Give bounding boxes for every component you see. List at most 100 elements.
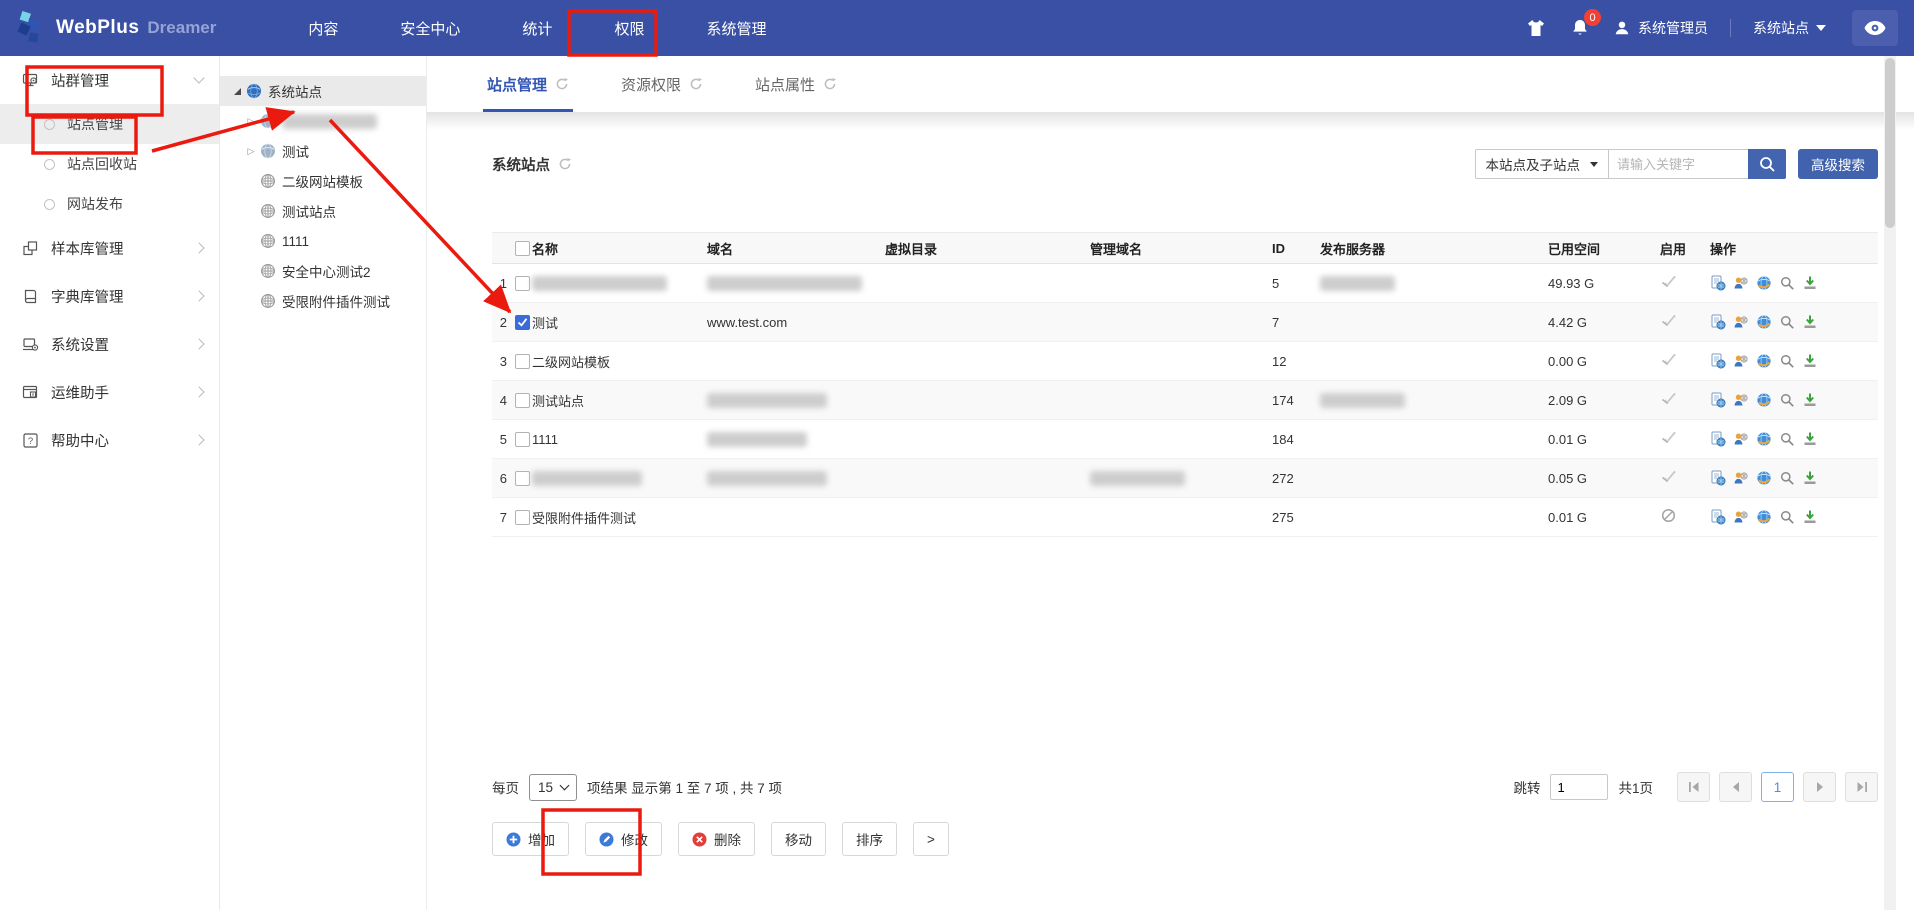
sort-button[interactable]: 排序 (842, 822, 897, 856)
site-users-icon[interactable] (1733, 470, 1749, 486)
tree-item-6[interactable]: 安全中心测试2 (220, 256, 426, 286)
user-menu[interactable]: 系统管理员 (1613, 18, 1708, 38)
sidebar-subitem-label: 站点回收站 (67, 154, 137, 174)
preview-globe-icon[interactable] (1756, 392, 1772, 408)
row-checkbox[interactable] (515, 276, 530, 291)
copy-doc-icon[interactable] (1710, 275, 1726, 291)
preview-globe-icon[interactable] (1756, 314, 1772, 330)
refresh-icon[interactable] (558, 157, 572, 171)
row-checkbox[interactable] (515, 315, 530, 330)
theme-icon[interactable] (1525, 17, 1547, 39)
view-search-icon[interactable] (1779, 509, 1795, 525)
copy-doc-icon[interactable] (1710, 470, 1726, 486)
sidebar-subitem-site-group-2[interactable]: 网站发布 (0, 184, 219, 224)
row-number: 4 (495, 393, 507, 408)
tab-2[interactable]: 站点属性 (755, 56, 837, 112)
select-all-checkbox[interactable] (515, 241, 530, 256)
tree-item-1[interactable]: ▷ (220, 106, 426, 136)
delete-button[interactable]: 删除 (678, 822, 755, 856)
scrollbar-thumb[interactable] (1885, 58, 1895, 228)
sidebar-subitem-site-group-0[interactable]: 站点管理 (0, 104, 219, 144)
site-users-icon[interactable] (1733, 509, 1749, 525)
nav-item-0[interactable]: 内容 (306, 12, 340, 45)
more-button[interactable]: > (913, 822, 949, 856)
sidebar-subitem-site-group-1[interactable]: 站点回收站 (0, 144, 219, 184)
preview-globe-icon[interactable] (1756, 431, 1772, 447)
tree-item-2[interactable]: ▷测试 (220, 136, 426, 166)
download-icon[interactable] (1802, 392, 1818, 408)
current-page-button[interactable]: 1 (1761, 772, 1794, 802)
view-search-icon[interactable] (1779, 431, 1795, 447)
nav-item-3[interactable]: 权限 (612, 12, 646, 45)
site-users-icon[interactable] (1733, 353, 1749, 369)
sidebar-item-samples[interactable]: 样本库管理 (0, 224, 219, 272)
view-search-icon[interactable] (1779, 275, 1795, 291)
site-users-icon[interactable] (1733, 392, 1749, 408)
preview-globe-icon[interactable] (1756, 275, 1772, 291)
tree-expander-collapsed-icon[interactable]: ▷ (244, 116, 258, 127)
site-users-icon[interactable] (1733, 275, 1749, 291)
download-icon[interactable] (1802, 275, 1818, 291)
preview-globe-icon[interactable] (1756, 470, 1772, 486)
last-page-button[interactable] (1845, 772, 1878, 802)
tree-expander-expanded-icon[interactable] (230, 88, 244, 95)
site-selector[interactable]: 系统站点 (1753, 18, 1826, 38)
sidebar-item-dictionary[interactable]: 字典库管理 (0, 272, 219, 320)
edit-button[interactable]: 修改 (585, 822, 662, 856)
sidebar-item-ops[interactable]: 运维助手 (0, 368, 219, 416)
tree-item-0[interactable]: 系统站点 (220, 76, 426, 106)
site-users-icon[interactable] (1733, 431, 1749, 447)
prev-page-button[interactable] (1719, 772, 1752, 802)
nav-item-1[interactable]: 安全中心 (398, 12, 462, 45)
copy-doc-icon[interactable] (1710, 509, 1726, 525)
tree-item-3[interactable]: 二级网站模板 (220, 166, 426, 196)
tree-item-5[interactable]: 1111 (220, 226, 426, 256)
preview-globe-icon[interactable] (1756, 509, 1772, 525)
move-button[interactable]: 移动 (771, 822, 826, 856)
search-scope-select[interactable]: 本站点及子站点 (1475, 149, 1609, 179)
copy-doc-icon[interactable] (1710, 353, 1726, 369)
nav-item-2[interactable]: 统计 (520, 12, 554, 45)
row-checkbox[interactable] (515, 354, 530, 369)
download-icon[interactable] (1802, 470, 1818, 486)
row-checkbox[interactable] (515, 510, 530, 525)
sidebar-item-site-group[interactable]: 站群管理 (0, 56, 219, 104)
advanced-search-button[interactable]: 高级搜索 (1798, 149, 1878, 179)
page-scrollbar[interactable] (1884, 56, 1896, 910)
sidebar-item-help[interactable]: ?帮助中心 (0, 416, 219, 464)
view-search-icon[interactable] (1779, 470, 1795, 486)
copy-doc-icon[interactable] (1710, 392, 1726, 408)
row-checkbox[interactable] (515, 432, 530, 447)
row-checkbox[interactable] (515, 471, 530, 486)
tree-item-4[interactable]: 测试站点 (220, 196, 426, 226)
site-users-icon[interactable] (1733, 314, 1749, 330)
first-page-button[interactable] (1677, 772, 1710, 802)
view-search-icon[interactable] (1779, 353, 1795, 369)
tab-1[interactable]: 资源权限 (621, 56, 703, 112)
tree-item-7[interactable]: 受限附件插件测试 (220, 286, 426, 316)
keyword-search-input[interactable] (1608, 149, 1748, 179)
tree-expander-collapsed-icon[interactable]: ▷ (244, 146, 258, 157)
jump-page-input[interactable] (1550, 774, 1608, 800)
download-icon[interactable] (1802, 314, 1818, 330)
copy-doc-icon[interactable] (1710, 431, 1726, 447)
preview-eye-button[interactable] (1852, 10, 1898, 46)
search-button[interactable] (1748, 149, 1786, 179)
preview-globe-icon[interactable] (1756, 353, 1772, 369)
cell-used-space: 0.05 G (1548, 471, 1660, 486)
nav-item-4[interactable]: 系统管理 (704, 12, 768, 45)
notification-bell-icon[interactable]: 0 (1569, 17, 1591, 39)
add-button[interactable]: 增加 (492, 822, 569, 856)
next-page-button[interactable] (1803, 772, 1836, 802)
download-icon[interactable] (1802, 431, 1818, 447)
tab-0[interactable]: 站点管理 (487, 56, 569, 112)
download-icon[interactable] (1802, 509, 1818, 525)
view-search-icon[interactable] (1779, 392, 1795, 408)
copy-doc-icon[interactable] (1710, 314, 1726, 330)
view-search-icon[interactable] (1779, 314, 1795, 330)
cell-used-space: 0.01 G (1548, 432, 1660, 447)
download-icon[interactable] (1802, 353, 1818, 369)
sidebar-item-settings[interactable]: 系统设置 (0, 320, 219, 368)
row-checkbox[interactable] (515, 393, 530, 408)
per-page-select[interactable]: 15 (529, 774, 577, 801)
